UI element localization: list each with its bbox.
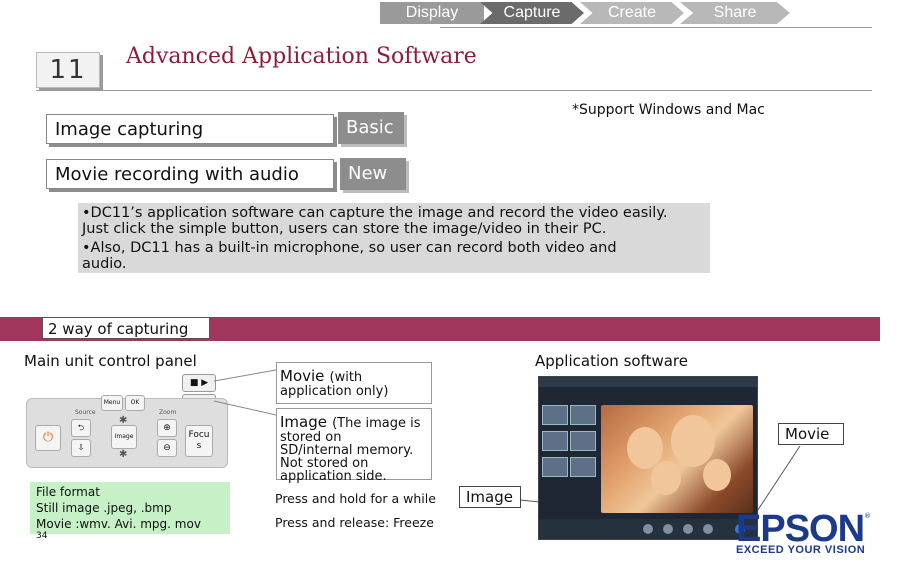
movie-note-title: Movie — [280, 367, 325, 385]
callout-image: Image — [459, 486, 521, 508]
image-note-line-5: application side. — [280, 469, 387, 484]
file-format-line-2: Still image .jpeg, .bmp — [36, 501, 172, 515]
press-release-text: Press and release: Freeze — [275, 515, 434, 530]
registered-mark: ® — [864, 512, 871, 520]
movie-note-line-2: application only) — [280, 384, 389, 399]
photo-face — [671, 415, 715, 467]
camera-icon[interactable] — [643, 524, 653, 534]
control-icon[interactable] — [663, 524, 673, 534]
app-preview-photo — [601, 405, 753, 513]
photo-face — [703, 459, 731, 491]
press-hold-text: Press and hold for a while — [275, 491, 436, 506]
control-icon[interactable] — [683, 524, 693, 534]
photo-face — [651, 461, 681, 495]
thumbnail[interactable] — [570, 457, 596, 477]
control-icon[interactable] — [703, 524, 713, 534]
image-note-suffix: (The image is — [332, 416, 421, 431]
thumbnail[interactable] — [570, 431, 596, 451]
file-format-box: File format Still image .jpeg, .bmp Movi… — [30, 482, 230, 534]
app-thumbnail-panel — [542, 405, 596, 501]
file-format-line-3: Movie :wmv. Avi. mpg. mov — [36, 517, 201, 531]
thumbnail[interactable] — [542, 457, 568, 477]
thumbnail[interactable] — [570, 405, 596, 425]
thumbnail[interactable] — [542, 405, 568, 425]
file-format-line-1: File format — [36, 485, 100, 499]
app-screenshot — [538, 376, 758, 540]
movie-note-suffix: (with — [329, 370, 363, 385]
movie-note-box: Movie (with application only) — [276, 362, 432, 404]
app-titlebar — [539, 377, 757, 387]
page-number: 34 — [36, 531, 48, 541]
callout-movie: Movie — [778, 423, 844, 445]
thumbnail[interactable] — [542, 431, 568, 451]
app-software-title: Application software — [535, 352, 688, 370]
app-controls-bar — [539, 519, 757, 539]
brand-tagline: EXCEED YOUR VISION — [736, 544, 866, 556]
image-note-title: Image — [280, 413, 327, 431]
image-note-box: Image (The image is stored on SD/interna… — [276, 408, 432, 484]
